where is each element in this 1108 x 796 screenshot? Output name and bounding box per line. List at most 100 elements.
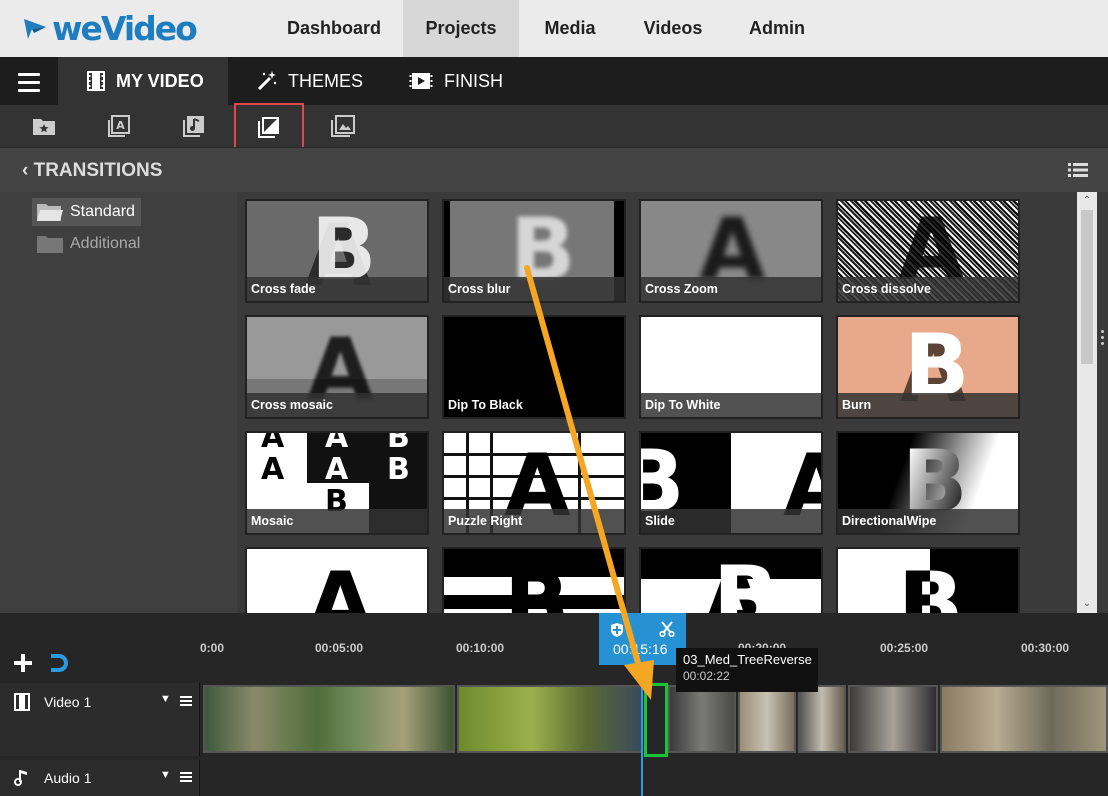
transition-card[interactable]: B: [442, 547, 626, 613]
film-icon: [87, 71, 105, 91]
folder-additional-label: Additional: [70, 235, 141, 252]
track-menu-icon[interactable]: [180, 695, 192, 707]
transition-card[interactable]: A Puzzle Right: [442, 431, 626, 535]
transition-card[interactable]: A Cross mosaic: [245, 315, 429, 419]
folder-additional[interactable]: Additional: [32, 230, 146, 258]
transition-card[interactable]: A Cross Zoom: [639, 199, 823, 303]
track-dropdown-icon[interactable]: ▼: [160, 769, 171, 781]
video-clip[interactable]: [940, 685, 1108, 753]
transition-card[interactable]: B DirectionalWipe: [836, 431, 1020, 535]
timeline: 0:00 00:05:00 00:10:00 00:20:00 00:25:00…: [0, 613, 1108, 796]
grid-scrollbar[interactable]: ⌃ ⌄: [1077, 192, 1097, 613]
transition-label: Cross fade: [247, 277, 427, 301]
transition-label: Cross blur: [444, 277, 624, 301]
list-view-icon[interactable]: [1068, 162, 1088, 178]
transition-card[interactable]: B A Slide: [639, 431, 823, 535]
ruler-tick: 00:10:00: [456, 641, 505, 655]
folder-standard[interactable]: Standard: [32, 198, 141, 226]
playhead-line[interactable]: [641, 663, 643, 796]
video-clip[interactable]: [203, 685, 455, 753]
scrollbar-thumb[interactable]: [1081, 210, 1093, 364]
tab-finish[interactable]: FINISH: [408, 57, 518, 105]
tool-text[interactable]: A: [96, 105, 142, 147]
media-folder-star-icon: [33, 119, 55, 135]
clip-tooltip: 03_Med_TreeReverse 00:02:22: [676, 648, 818, 692]
track-name: Audio 1: [44, 770, 92, 786]
film-icon: [14, 693, 30, 711]
transition-card[interactable]: B Cross blur: [442, 199, 626, 303]
transition-drop-target[interactable]: [644, 683, 668, 757]
magnet-icon[interactable]: [48, 653, 70, 673]
transition-label: Mosaic: [247, 509, 427, 533]
folder-standard-label: Standard: [70, 203, 135, 220]
transition-label: Puzzle Right: [444, 509, 624, 533]
wevideo-logo[interactable]: weVideo: [22, 9, 198, 48]
video-clip[interactable]: [738, 685, 796, 753]
plus-icon[interactable]: [13, 653, 33, 673]
nav-media[interactable]: Media: [519, 0, 621, 57]
music-note-icon: [14, 770, 27, 786]
transition-label: Cross mosaic: [247, 393, 427, 417]
transition-card[interactable]: A B: [639, 547, 823, 613]
video-clip[interactable]: [457, 685, 643, 753]
shield-plus-icon[interactable]: [610, 622, 624, 638]
video-clip[interactable]: [848, 685, 938, 753]
tab-themes-label: THEMES: [288, 70, 364, 91]
wevideo-logo-icon: [24, 19, 46, 39]
track-dropdown-icon[interactable]: ▼: [160, 693, 171, 705]
transition-label: Cross dissolve: [838, 277, 1018, 301]
hamburger-icon[interactable]: [18, 73, 40, 92]
track-head-video: Video 1 ▼: [0, 683, 200, 756]
transition-card[interactable]: Dip To White: [639, 315, 823, 419]
panel-resize-strip[interactable]: [1097, 192, 1108, 613]
transition-label: DirectionalWipe: [838, 509, 1018, 533]
finish-film-icon: [409, 73, 433, 89]
transition-card[interactable]: A A A A B B B Mosaic: [245, 431, 429, 535]
tool-my-media[interactable]: [21, 105, 67, 147]
transition-label: Burn: [838, 393, 1018, 417]
nav-videos[interactable]: Videos: [621, 0, 725, 57]
editor-tab-bar: MY VIDEO THEMES FINISH: [0, 57, 1108, 105]
tab-my-video-label: MY VIDEO: [116, 70, 204, 91]
tab-my-video[interactable]: MY VIDEO: [58, 57, 228, 105]
svg-text:A: A: [116, 119, 125, 132]
playhead-marker[interactable]: 00:15:16: [599, 613, 686, 665]
panel-title: TRANSITIONS: [33, 160, 163, 181]
tab-themes[interactable]: THEMES: [256, 57, 386, 105]
transition-card[interactable]: A Cross dissolve: [836, 199, 1020, 303]
top-navigation: weVideo Dashboard Projects Media Videos …: [0, 0, 1108, 57]
music-icon: [183, 116, 204, 137]
transition-card[interactable]: Dip To Black: [442, 315, 626, 419]
tooltip-duration: 00:02:22: [683, 669, 730, 683]
nav-projects[interactable]: Projects: [403, 0, 519, 57]
nav-dashboard[interactable]: Dashboard: [265, 0, 403, 57]
chevron-left-icon: ‹: [22, 160, 29, 181]
tool-images[interactable]: [320, 105, 366, 147]
track-menu-icon[interactable]: [180, 771, 192, 783]
transition-card[interactable]: B: [836, 547, 1020, 613]
ruler-tick: 00:25:00: [880, 641, 929, 655]
tab-finish-label: FINISH: [444, 70, 504, 91]
video-clip[interactable]: [798, 685, 846, 753]
track-name: Video 1: [44, 694, 92, 710]
transition-label: Dip To Black: [444, 393, 624, 417]
transition-card[interactable]: A B Cross fade: [245, 199, 429, 303]
ruler-tick: 00:30:00: [1021, 641, 1070, 655]
folder-icon: [37, 236, 63, 253]
scissors-icon[interactable]: [659, 621, 675, 637]
nav-admin[interactable]: Admin: [725, 0, 829, 57]
transitions-icon: [258, 117, 279, 138]
transition-card[interactable]: A B Burn: [836, 315, 1020, 419]
tool-transitions[interactable]: [234, 103, 304, 151]
transition-card[interactable]: A: [245, 547, 429, 613]
transition-label: Dip To White: [641, 393, 821, 417]
scroll-up-icon[interactable]: ⌃: [1081, 195, 1093, 207]
tool-audio[interactable]: [171, 105, 217, 147]
scroll-down-icon[interactable]: ⌄: [1081, 598, 1093, 610]
back-to-library[interactable]: ‹ TRANSITIONS: [22, 160, 162, 182]
video-clip[interactable]: [668, 685, 736, 753]
media-toolbar: A: [0, 103, 1108, 151]
transition-label: Slide: [641, 509, 821, 533]
tooltip-clip-name: 03_Med_TreeReverse: [683, 652, 812, 667]
transition-folders: Standard Additional: [0, 192, 237, 613]
